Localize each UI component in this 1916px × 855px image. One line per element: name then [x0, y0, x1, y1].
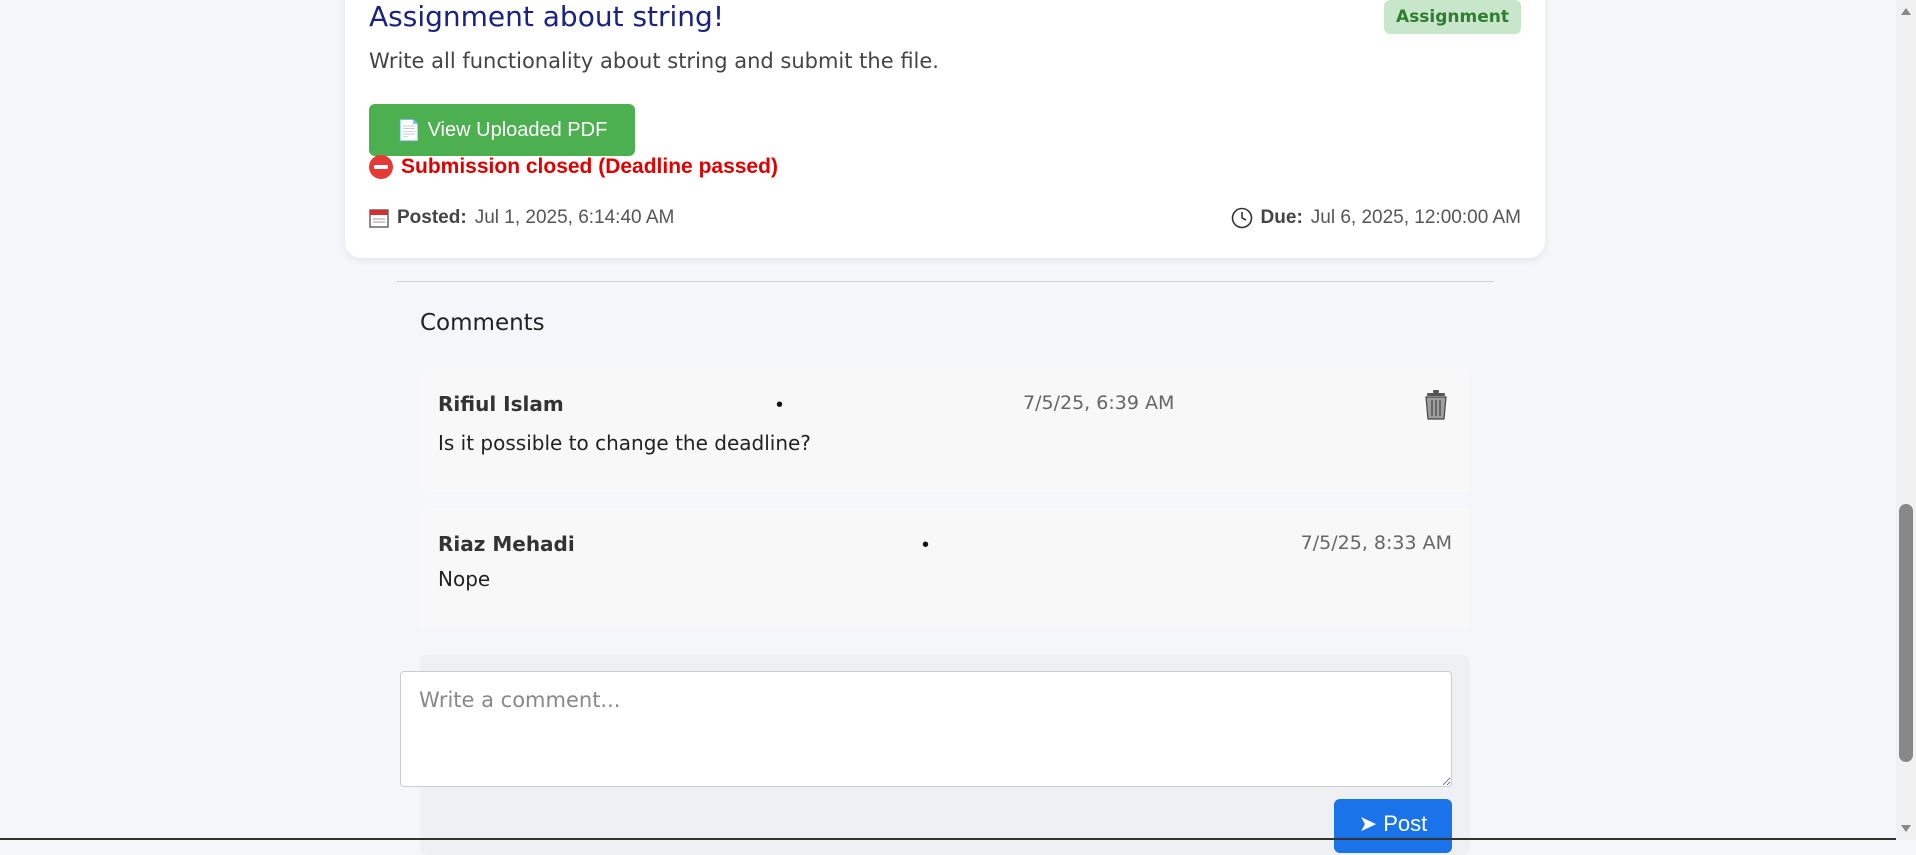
- assignment-title: Assignment about string!: [369, 0, 725, 33]
- clock-icon: [1231, 207, 1252, 229]
- view-pdf-button[interactable]: 📄 View Uploaded PDF: [369, 104, 635, 156]
- no-entry-icon: [369, 155, 393, 179]
- trash-icon[interactable]: [1422, 390, 1450, 420]
- comment-author: Riaz Mehadi: [438, 532, 575, 556]
- post-label: Post: [1383, 811, 1428, 836]
- comment-item: Rifiul Islam • 7/5/25, 6:39 AM Is it pos…: [420, 368, 1470, 492]
- calendar-icon: [369, 209, 389, 228]
- submission-closed-notice: Submission closed (Deadline passed): [369, 155, 778, 179]
- view-pdf-label: View Uploaded PDF: [427, 118, 608, 141]
- assignment-description: Write all functionality about string and…: [369, 49, 939, 73]
- due-value: Jul 6, 2025, 12:00:00 AM: [1310, 207, 1521, 228]
- scroll-down-arrow-icon[interactable]: [1901, 825, 1911, 832]
- vertical-scrollbar[interactable]: [1896, 0, 1916, 840]
- due-label: Due:: [1260, 207, 1303, 228]
- assignment-type-badge: Assignment: [1384, 0, 1521, 34]
- comment-text: Is it possible to change the deadline?: [438, 431, 811, 455]
- comment-timestamp: 7/5/25, 6:39 AM: [1023, 392, 1175, 414]
- send-arrow-icon: ➤: [1358, 811, 1378, 836]
- post-comment-button[interactable]: ➤ Post: [1334, 799, 1452, 853]
- comment-text: Nope: [438, 567, 491, 591]
- posted-label: Posted:: [397, 207, 467, 228]
- submission-closed-text: Submission closed (Deadline passed): [401, 155, 778, 178]
- assignment-card: Assignment about string! Assignment Writ…: [345, 0, 1545, 258]
- comment-timestamp: 7/5/25, 8:33 AM: [1300, 532, 1452, 554]
- posted-value: Jul 1, 2025, 6:14:40 AM: [474, 207, 675, 228]
- comment-separator: •: [776, 394, 784, 416]
- scrollbar-thumb[interactable]: [1899, 504, 1913, 762]
- scroll-up-arrow-icon[interactable]: [1901, 8, 1911, 15]
- comment-item: Riaz Mehadi • 7/5/25, 8:33 AM Nope: [420, 508, 1470, 630]
- due-date: Due: Jul 6, 2025, 12:00:00 AM: [1231, 207, 1521, 229]
- document-icon: 📄: [396, 119, 422, 142]
- comment-input[interactable]: [400, 671, 1452, 787]
- comments-heading: Comments: [420, 310, 545, 336]
- posted-date: Posted: Jul 1, 2025, 6:14:40 AM: [369, 207, 674, 229]
- comment-separator: •: [922, 534, 930, 556]
- comment-author: Rifiul Islam: [438, 392, 564, 416]
- section-divider: [397, 281, 1494, 282]
